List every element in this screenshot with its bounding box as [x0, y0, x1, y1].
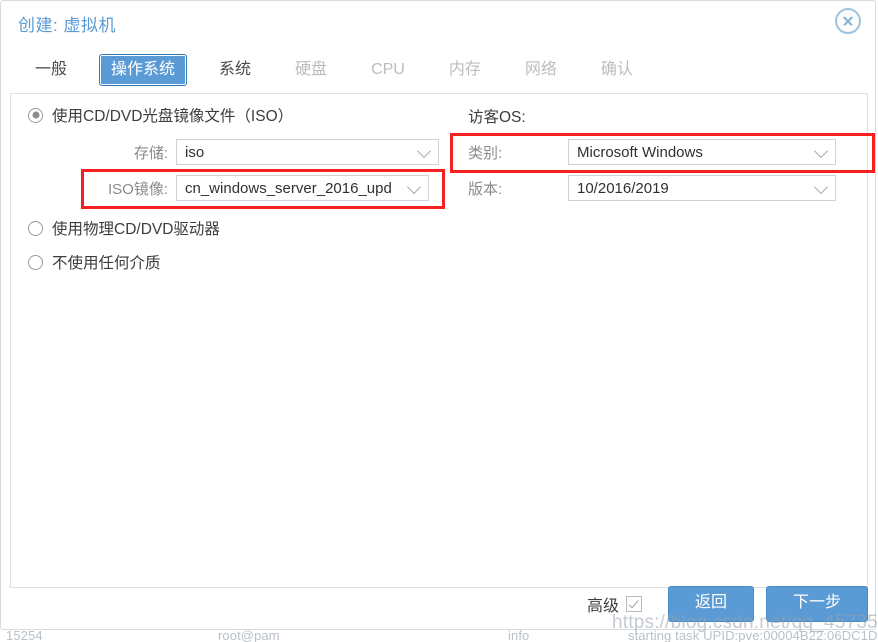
chevron-down-icon [813, 179, 829, 195]
log-col-id: 15254 [6, 628, 43, 642]
iso-image-value: cn_windows_server_2016_upd [185, 179, 392, 197]
radio-row-no-media[interactable]: 不使用任何介质 [28, 251, 161, 273]
radio-no-media-icon[interactable] [28, 254, 43, 270]
os-version-select[interactable]: 10/2016/2019 [568, 175, 836, 201]
back-button[interactable]: 返回 [667, 586, 754, 622]
tab-cpu[interactable]: CPU [359, 54, 417, 86]
chevron-down-icon [813, 143, 829, 159]
chevron-down-icon [416, 143, 432, 159]
radio-no-media-label: 不使用任何介质 [52, 255, 161, 272]
os-version-label: 版本: [468, 180, 503, 198]
dialog-title: 创建: 虚拟机 [18, 16, 116, 35]
advanced-checkbox[interactable] [625, 596, 642, 612]
os-type-value: Microsoft Windows [577, 143, 703, 161]
media-source-column: 使用CD/DVD光盘镜像文件（ISO） 存储: iso ISO镜像: cn_wi… [11, 94, 451, 587]
radio-row-physical-drive[interactable]: 使用物理CD/DVD驱动器 [28, 217, 220, 239]
radio-physical-drive-icon[interactable] [28, 220, 43, 236]
os-type-select[interactable]: Microsoft Windows [568, 139, 836, 165]
radio-use-iso-icon[interactable] [28, 107, 43, 123]
os-type-field-row: 类别: Microsoft Windows [468, 139, 868, 165]
tab-disk[interactable]: 硬盘 [283, 54, 339, 86]
wizard-tabbar: 一般 操作系统 系统 硬盘 CPU 内存 网络 确认 [1, 45, 875, 93]
advanced-label: 高级 [586, 598, 619, 615]
os-step-panel: 使用CD/DVD光盘镜像文件（ISO） 存储: iso ISO镜像: cn_wi… [10, 93, 875, 588]
log-col-level: info [508, 628, 530, 642]
guest-os-heading: 访客OS: [468, 109, 526, 126]
storage-select[interactable]: iso [176, 139, 439, 165]
dialog-footer: 高级 返回 下一步 [10, 586, 868, 622]
next-button[interactable]: 下一步 [765, 586, 868, 622]
tab-general[interactable]: 一般 [23, 54, 79, 86]
close-icon[interactable] [835, 8, 861, 34]
background-log-line: 15254 root@pam info starting task UPID:p… [0, 628, 878, 642]
os-version-field-row: 版本: 10/2016/2019 [468, 175, 868, 201]
tab-memory[interactable]: 内存 [437, 54, 493, 86]
os-version-value: 10/2016/2019 [577, 179, 669, 197]
log-col-message: starting task UPID:pve:00004B22:06DC1D6F… [628, 628, 878, 642]
storage-value: iso [185, 143, 205, 161]
tab-confirm[interactable]: 确认 [589, 54, 645, 86]
iso-image-select[interactable]: cn_windows_server_2016_upd [176, 175, 429, 201]
create-vm-dialog: 创建: 虚拟机 一般 操作系统 系统 硬盘 CPU 内存 网络 确认 使用CD/DVD光盘镜像… [0, 0, 876, 630]
tab-network[interactable]: 网络 [513, 54, 569, 86]
dialog-titlebar: 创建: 虚拟机 [1, 1, 875, 45]
log-col-user: root@pam [218, 628, 280, 642]
os-type-label: 类别: [468, 144, 503, 162]
radio-row-use-iso[interactable]: 使用CD/DVD光盘镜像文件（ISO） [28, 104, 293, 126]
guest-os-column: 访客OS: 类别: Microsoft Windows 版本: 10/2016/… [450, 94, 875, 587]
iso-image-field-row: ISO镜像: cn_windows_server_2016_upd [11, 175, 441, 201]
tab-system[interactable]: 系统 [207, 54, 263, 86]
tab-os[interactable]: 操作系统 [99, 54, 188, 86]
storage-field-row: 存储: iso [11, 139, 441, 165]
radio-use-iso-label: 使用CD/DVD光盘镜像文件（ISO） [52, 108, 294, 125]
storage-label: 存储: [133, 144, 168, 162]
iso-image-label: ISO镜像: [107, 180, 168, 198]
radio-physical-drive-label: 使用物理CD/DVD驱动器 [52, 221, 220, 238]
